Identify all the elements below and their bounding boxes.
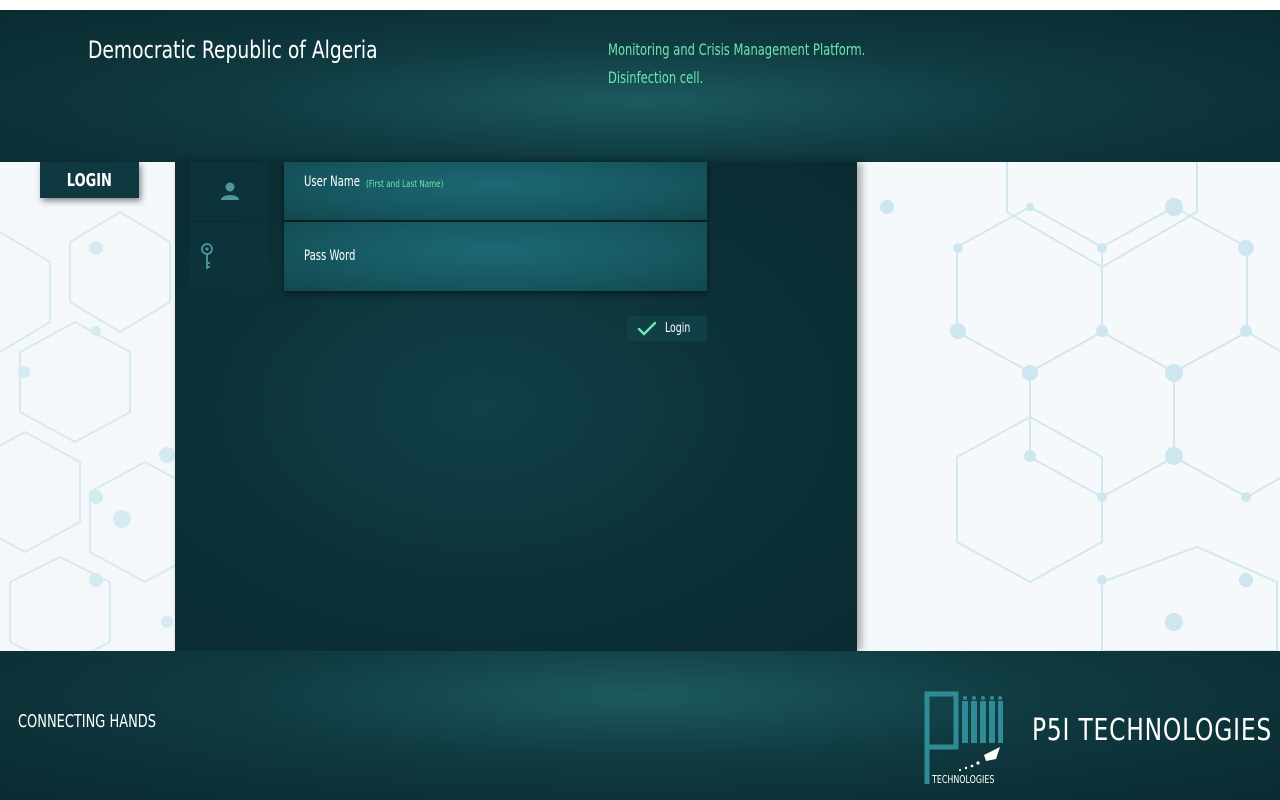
username-label: User Name	[304, 174, 360, 190]
right-hex-background	[857, 162, 1280, 651]
login-button-label: Login	[665, 321, 691, 336]
logo-text: TECHNOLOGIES	[932, 773, 995, 786]
company-name: P5I TECHNOLOGIES	[1032, 713, 1273, 748]
user-icon	[220, 182, 239, 200]
username-field[interactable]: User Name (First and Last Name)	[284, 162, 707, 220]
username-hint: (First and Last Name)	[366, 179, 444, 190]
password-field[interactable]: Pass Word	[284, 222, 707, 291]
login-button[interactable]: Login	[627, 316, 707, 341]
login-tab[interactable]: LOGIN	[40, 162, 139, 198]
username-icon-cell	[190, 162, 269, 220]
key-icon	[201, 242, 213, 269]
platform-cell-name: Disinfection cell.	[608, 68, 704, 87]
check-icon	[637, 321, 657, 335]
left-hex-background	[0, 162, 175, 651]
page-title: Democratic Republic of Algeria	[88, 36, 378, 64]
password-label: Pass Word	[304, 248, 356, 264]
footer-tagline: CONNECTING HANDS	[18, 711, 156, 732]
header-bar: Democratic Republic of Algeria Monitorin…	[0, 10, 1280, 162]
login-tab-label: LOGIN	[66, 169, 113, 191]
footer-bar: CONNECTING HANDS TECHNOLOGIES P5I TECHNO…	[0, 651, 1280, 800]
password-icon-cell	[190, 222, 269, 291]
platform-subtitle: Monitoring and Crisis Management Platfor…	[608, 40, 866, 59]
